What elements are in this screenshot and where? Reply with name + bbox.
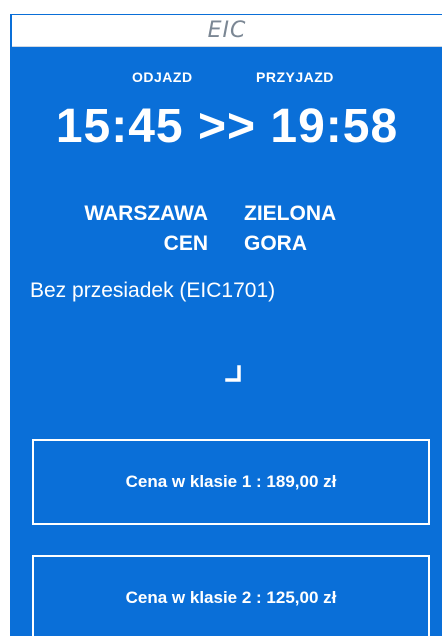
brand-logo-text: EIC [207, 18, 247, 43]
price-class-1-button[interactable]: Cena w klasie 1 : 189,00 zł [32, 439, 430, 525]
arrival-station-line1: ZIELONA [244, 202, 337, 225]
price-class-1-value: 189,00 zł [266, 472, 337, 491]
arrival-station: ZIELONA GORA [244, 199, 336, 259]
departure-station-line1: WARSZAWA [84, 202, 208, 225]
price-class-2-label: Cena w klasie 2 : [125, 588, 267, 607]
arrival-time: 19:58 [270, 100, 399, 153]
departure-time: 15:45 [55, 100, 184, 153]
time-separator: >> [197, 100, 257, 153]
brand-header: EIC [12, 15, 442, 47]
train-connection-card: EIC ODJAZD PRZYJAZD 15:45 >> 19:58 WARSZ… [10, 14, 442, 641]
loading-spinner-icon [225, 365, 241, 382]
arrival-station-line2: GORA [244, 232, 307, 255]
journey-times: 15:45 >> 19:58 [12, 99, 442, 154]
departure-label: ODJAZD [132, 69, 193, 85]
time-labels: ODJAZD PRZYJAZD [12, 69, 442, 89]
arrival-label: PRZYJAZD [256, 69, 334, 85]
price-class-2-value: 125,00 zł [266, 588, 337, 607]
connection-panel: ODJAZD PRZYJAZD 15:45 >> 19:58 WARSZAWA … [12, 47, 442, 641]
price-class-2-button[interactable]: Cena w klasie 2 : 125,00 zł [32, 555, 430, 641]
departure-station: WARSZAWA CEN [84, 199, 208, 259]
connection-info: Bez przesiadek (EIC1701) [30, 279, 276, 302]
price-class-1-label: Cena w klasie 1 : [125, 472, 267, 491]
departure-station-line2: CEN [163, 232, 208, 255]
